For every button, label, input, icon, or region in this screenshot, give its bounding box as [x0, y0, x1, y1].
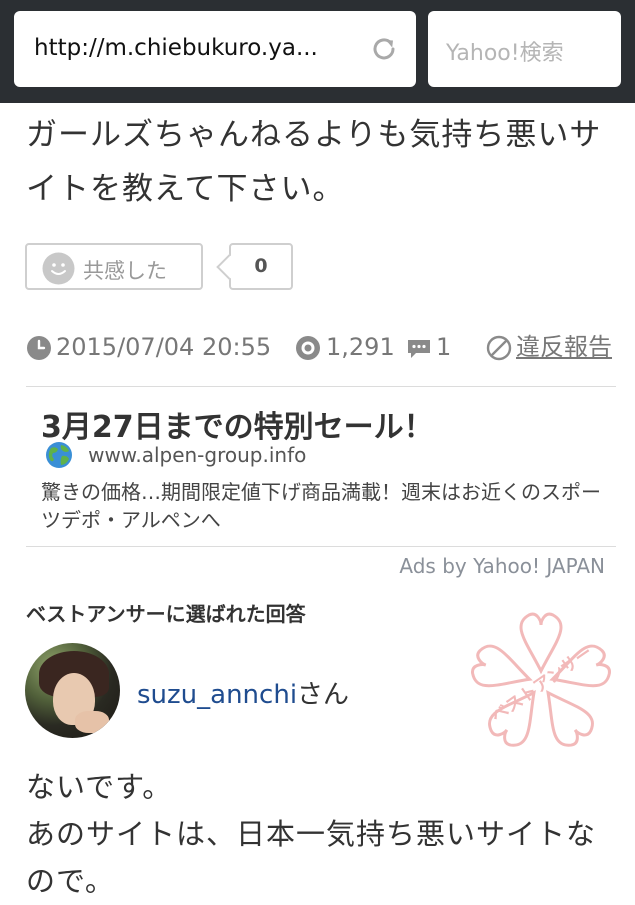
answer-count: 1 — [436, 333, 452, 361]
prohibit-icon — [486, 335, 512, 361]
honorific: さん — [297, 680, 350, 710]
divider — [26, 386, 616, 387]
empathy-count-bubble: 0 — [229, 243, 293, 290]
answerer-username[interactable]: suzu_annchi — [137, 680, 297, 710]
url-field[interactable]: http://m.chiebukuro.ya... — [14, 11, 416, 87]
empathy-count: 0 — [254, 255, 268, 277]
browser-toolbar: http://m.chiebukuro.ya... Yahoo!検索 — [0, 0, 635, 103]
reload-icon[interactable] — [368, 33, 400, 65]
eye-icon — [296, 336, 320, 360]
avatar[interactable] — [25, 643, 120, 738]
question-meta: 2015/07/04 20:55 1,291 1 違反報告 — [26, 330, 616, 366]
comment-icon — [408, 340, 430, 358]
ad-description[interactable]: 驚きの価格…期間限定値下げ商品満載！週末はお近くのスポーツデポ・アルペンへ — [41, 478, 601, 534]
ads-by-label[interactable]: Ads by Yahoo! JAPAN — [399, 554, 605, 578]
ad-url-row[interactable]: www.alpen-group.info — [45, 441, 306, 471]
search-field[interactable]: Yahoo!検索 — [428, 11, 621, 87]
answers-item: 1 — [406, 330, 451, 364]
report-link[interactable]: 違反報告 — [486, 330, 612, 364]
divider — [26, 546, 616, 547]
posted-datetime: 2015/07/04 20:55 — [56, 333, 272, 361]
views-item: 1,291 — [294, 330, 395, 364]
answerer-row: suzu_annchiさん — [137, 674, 349, 711]
answer-line: ないです。 — [26, 770, 173, 804]
globe-icon — [46, 442, 72, 468]
posted-datetime-item: 2015/07/04 20:55 — [26, 330, 271, 364]
smiley-icon — [42, 252, 75, 285]
search-placeholder[interactable]: Yahoo!検索 — [446, 35, 564, 67]
best-answer-sakura-stamp: ベストアンサー — [471, 612, 611, 747]
ad-url[interactable]: www.alpen-group.info — [88, 443, 306, 467]
answer-text: ないです。 あのサイトは、日本一気持ち悪いサイトなので。 — [26, 764, 616, 905]
view-count: 1,291 — [326, 333, 395, 361]
url-text[interactable]: http://m.chiebukuro.ya... — [34, 35, 318, 61]
empathy-label: 共感した — [83, 259, 167, 283]
clock-icon — [27, 336, 51, 360]
avatar-hand — [75, 711, 109, 733]
question-text: ガールズちゃんねるよりも気持ち悪いサイトを教えて下さい。 — [26, 117, 602, 207]
report-label[interactable]: 違反報告 — [516, 333, 612, 361]
answer-line: あのサイトは、日本一気持ち悪いサイトなので。 — [26, 817, 597, 898]
best-answer-heading: ベストアンサーに選ばれた回答 — [26, 602, 306, 626]
ad-title[interactable]: 3月27日までの特別セール！ — [41, 402, 434, 446]
empathy-button[interactable]: 共感した — [25, 243, 203, 290]
